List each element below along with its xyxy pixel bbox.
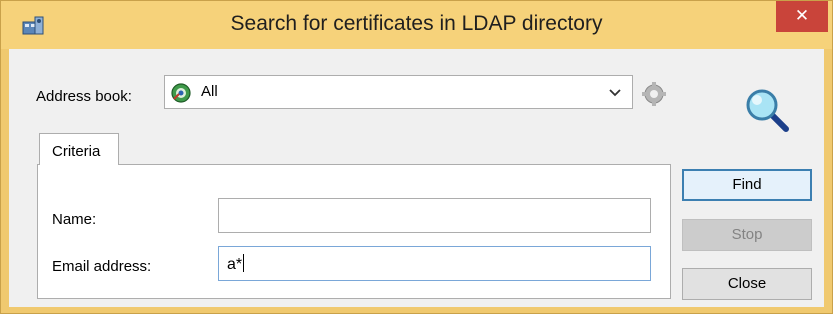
address-book-label: Address book: (36, 88, 132, 105)
close-button[interactable]: Close (682, 268, 812, 300)
address-book-selected-value: All (201, 83, 218, 100)
name-label: Name: (52, 211, 97, 228)
magnifier-icon (746, 89, 789, 132)
directory-settings-icon[interactable] (641, 81, 667, 107)
email-label: Email address: (52, 258, 152, 275)
criteria-panel: Name: Email address: a* (37, 164, 671, 299)
close-icon: ✕ (794, 6, 810, 26)
ldap-search-dialog: Search for certificates in LDAP director… (0, 0, 833, 314)
tab-criteria[interactable]: Criteria (39, 133, 119, 165)
window-title: Search for certificates in LDAP director… (230, 12, 603, 35)
name-field[interactable] (218, 198, 651, 233)
dialog-body: Address book: All Criteria Name: Email a… (9, 49, 824, 307)
tab-criteria-label: Criteria (52, 143, 101, 160)
address-book-select[interactable]: All (164, 75, 633, 109)
directory-globe-icon (171, 83, 191, 103)
close-window-button[interactable]: ✕ (776, 1, 828, 32)
stop-button[interactable]: Stop (682, 219, 812, 251)
chevron-down-icon[interactable] (608, 86, 622, 100)
text-caret (243, 254, 245, 272)
find-button[interactable]: Find (682, 169, 812, 201)
title-bar[interactable]: Search for certificates in LDAP director… (1, 1, 832, 49)
email-field-value: a* (227, 256, 243, 273)
email-field[interactable]: a* (218, 246, 651, 281)
